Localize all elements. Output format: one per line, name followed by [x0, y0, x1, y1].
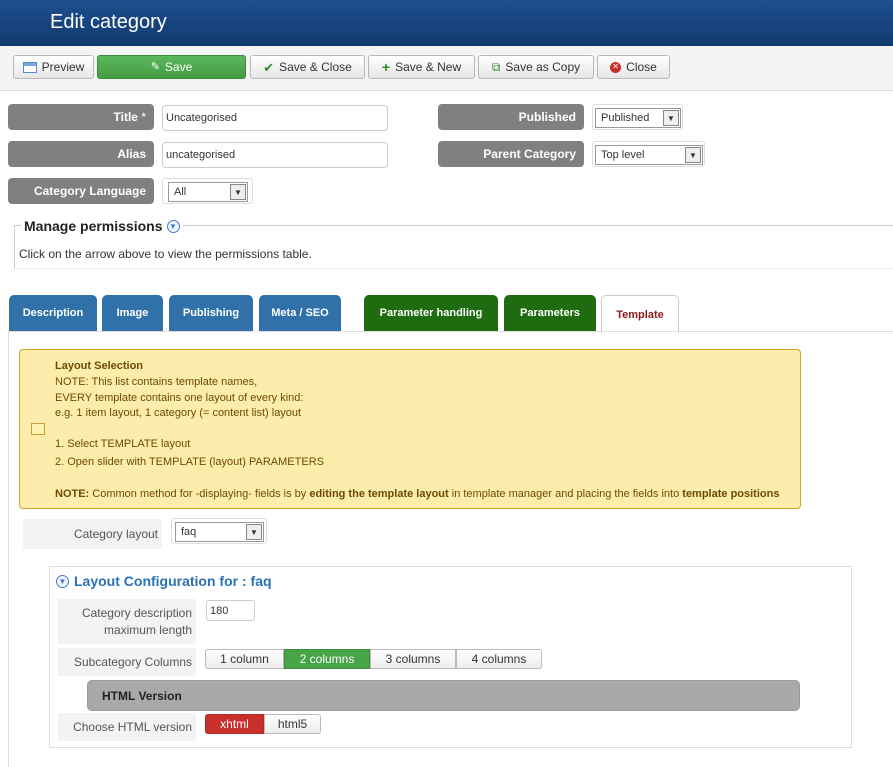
notice-step: 1. Select TEMPLATE layout	[55, 438, 191, 450]
notice-line: EVERY template contains one layout of ev…	[55, 392, 304, 404]
columns-option-2[interactable]: 2 columns	[284, 649, 370, 669]
title-label: Title *	[8, 104, 154, 130]
close-icon: ✕	[610, 61, 622, 73]
plus-icon: +	[381, 59, 391, 75]
copy-icon: ⧉	[491, 60, 501, 74]
close-button[interactable]: ✕ Close	[597, 55, 670, 79]
html-version-heading[interactable]: HTML Version	[87, 680, 800, 711]
published-label: Published	[438, 104, 584, 130]
title-input[interactable]: Uncategorised	[162, 105, 388, 131]
language-select-wrap: All ▼	[162, 178, 253, 204]
permissions-note: Click on the arrow above to view the per…	[19, 247, 312, 261]
notice-final: NOTE: Common method for -displaying- fie…	[55, 488, 779, 500]
preview-icon	[22, 61, 37, 73]
category-layout-select[interactable]: faq ▼	[175, 522, 264, 542]
tab-template[interactable]: Template	[601, 295, 679, 333]
alias-label: Alias	[8, 141, 154, 167]
save-copy-label: Save as Copy	[505, 60, 581, 74]
chevron-down-icon: ▼	[230, 184, 246, 200]
tab-description[interactable]: Description	[9, 295, 97, 331]
permissions-fieldset: Manage permissions ▼ Click on the arrow …	[14, 218, 893, 269]
permissions-legend: Manage permissions ▼	[21, 218, 183, 234]
collapse-arrow-icon: ▼	[56, 574, 69, 588]
notice-final-emph: editing the template layout	[309, 488, 449, 500]
page-title: Edit category	[50, 11, 167, 33]
close-label: Close	[626, 60, 657, 74]
published-select-wrap: Published ▼	[592, 104, 683, 130]
desc-length-label-line: maximum length	[103, 623, 192, 637]
language-value: All	[174, 186, 187, 198]
save-close-label: Save & Close	[279, 60, 352, 74]
notice-final-text: Common method for -displaying- fields is…	[89, 488, 310, 500]
note-icon	[31, 423, 45, 435]
parent-category-label: Parent Category	[438, 141, 584, 167]
permissions-title: Manage permissions	[24, 218, 163, 234]
html-option-xhtml[interactable]: xhtml	[205, 714, 264, 734]
chevron-down-icon: ▼	[246, 524, 262, 540]
save-button[interactable]: ✎ Save	[97, 55, 246, 79]
notice-step: 2. Open slider with TEMPLATE (layout) PA…	[55, 456, 324, 468]
category-layout-value: faq	[181, 526, 197, 538]
language-label: Category Language	[8, 178, 154, 204]
published-value: Published	[601, 112, 650, 124]
category-layout-wrap: faq ▼	[171, 518, 267, 544]
title-label-text: Title	[113, 110, 138, 124]
published-select[interactable]: Published ▼	[595, 108, 681, 128]
columns-option-3[interactable]: 3 columns	[370, 649, 456, 669]
tab-parameters[interactable]: Parameters	[504, 295, 596, 331]
tab-meta-seo[interactable]: Meta / SEO	[259, 295, 341, 331]
toolbar: Preview ✎ Save ✔ Save & Close + Save & N…	[0, 46, 893, 91]
save-label: Save	[164, 60, 193, 74]
tab-image[interactable]: Image	[102, 295, 163, 331]
columns-option-4[interactable]: 4 columns	[456, 649, 542, 669]
desc-length-label: Category description maximum length	[58, 599, 196, 644]
notice-final-emph: template positions	[682, 488, 780, 500]
edit-icon: ✎	[150, 60, 160, 73]
notice-title: Layout Selection	[55, 360, 144, 372]
desc-length-label-line: Category description	[81, 606, 192, 620]
save-copy-button[interactable]: ⧉ Save as Copy	[478, 55, 594, 79]
alias-input[interactable]: uncategorised	[162, 142, 388, 168]
desc-length-input[interactable]: 180	[206, 600, 255, 621]
parent-category-value: Top level	[601, 149, 645, 161]
notice-final-label: NOTE:	[55, 488, 90, 500]
tab-publishing[interactable]: Publishing	[169, 295, 253, 331]
category-layout-label: Category layout	[23, 519, 162, 549]
layout-config-heading[interactable]: ▼ Layout Configuration for : faq	[56, 573, 272, 589]
header-bar: Edit category	[0, 0, 893, 46]
notice-final-text: in template manager and placing the fiel…	[448, 488, 683, 500]
required-marker: *	[141, 110, 146, 124]
layout-selection-notice: Layout Selection NOTE: This list contain…	[19, 349, 801, 509]
html-version-label: Choose HTML version	[58, 713, 196, 741]
tab-parameter-handling[interactable]: Parameter handling	[364, 295, 498, 331]
chevron-down-icon: ▼	[685, 147, 701, 163]
language-select[interactable]: All ▼	[168, 182, 248, 202]
save-new-button[interactable]: + Save & New	[368, 55, 475, 79]
parent-category-select[interactable]: Top level ▼	[595, 145, 703, 165]
expand-arrow-icon[interactable]: ▼	[166, 219, 180, 233]
save-new-label: Save & New	[395, 60, 462, 74]
preview-button[interactable]: Preview	[13, 55, 94, 79]
chevron-down-icon: ▼	[663, 110, 679, 126]
html-option-html5[interactable]: html5	[264, 714, 321, 734]
columns-option-1[interactable]: 1 column	[205, 649, 284, 669]
save-close-button[interactable]: ✔ Save & Close	[250, 55, 365, 79]
preview-label: Preview	[41, 60, 85, 74]
notice-line: e.g. 1 item layout, 1 category (= conten…	[55, 407, 302, 419]
parent-select-wrap: Top level ▼	[592, 141, 705, 167]
layout-config-title: Layout Configuration for : faq	[74, 573, 272, 589]
subcategory-columns-label: Subcategory Columns	[58, 648, 196, 676]
notice-line: NOTE: This list contains template names,	[55, 376, 258, 388]
check-icon: ✔	[263, 59, 275, 75]
